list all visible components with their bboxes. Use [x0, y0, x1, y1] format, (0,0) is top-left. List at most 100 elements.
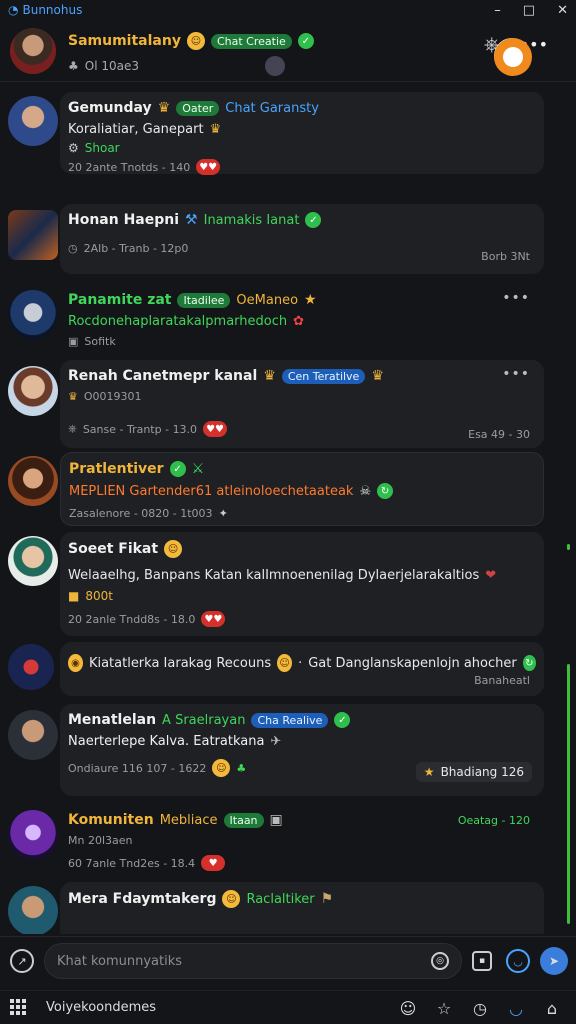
- send-icon: ➤: [548, 954, 560, 968]
- sender-name-text: Honan Haepni: [68, 212, 180, 228]
- skull-icon: ☠: [359, 483, 372, 499]
- sender-name: Panamite zat Itadilee OeManeo ★: [68, 292, 536, 308]
- reaction-heart-icon[interactable]: ♥: [201, 855, 226, 871]
- user-avatar[interactable]: [8, 810, 58, 860]
- header-name: Samumitalany: [68, 33, 181, 49]
- user-avatar[interactable]: [8, 210, 58, 260]
- message-meta: 20 2anle Tndd8s - 18.0 ♥♥: [68, 611, 536, 627]
- badge-icon: ■: [68, 589, 80, 603]
- bottom-bar-label[interactable]: Voiyekoondemes: [46, 1000, 156, 1015]
- sword-icon: ⚔: [191, 461, 205, 477]
- app-title: ◔ Bunnohus: [8, 3, 82, 17]
- message-bubble[interactable]: Renah Canetmepr kanal ♛ Cen Teratilve ♛ …: [60, 360, 544, 448]
- user-avatar[interactable]: [8, 710, 58, 760]
- voice-button[interactable]: ◡: [506, 949, 530, 973]
- sender-name: Soeet Fikat ☺: [68, 540, 536, 558]
- message-text-content: Rocdonehaplaratakalpmarhedoch: [68, 314, 288, 329]
- game-emoji-icon: ◉: [68, 654, 83, 672]
- gif-button[interactable]: ▪: [472, 951, 492, 971]
- send-button[interactable]: ➤: [540, 947, 568, 975]
- minimize-icon[interactable]: –: [494, 3, 501, 18]
- more-options-icon[interactable]: •••: [502, 366, 530, 382]
- star-icon[interactable]: ☆: [434, 998, 454, 1018]
- message-subtext-content: Mn 20l3aen: [68, 834, 133, 847]
- verified-icon: ✓: [305, 212, 322, 228]
- message-timestamp: Sanse - Trantp - 13.0: [82, 422, 198, 436]
- sender-extra: Inamakis Ianat: [203, 212, 300, 228]
- sparkle-icon: ✦: [218, 507, 228, 520]
- message-subtext-content: 800t: [85, 589, 113, 603]
- sender-name-text: Pratlentiver: [69, 461, 164, 477]
- scrollbar[interactable]: [567, 544, 570, 550]
- message-timestamp: Zasalenore - 0820 - 1t003: [69, 507, 213, 520]
- dot-separator: ·: [298, 655, 303, 671]
- message-bubble[interactable]: Panamite zat Itadilee OeManeo ★ Rocdoneh…: [60, 284, 544, 352]
- close-icon[interactable]: ✕: [557, 3, 568, 18]
- message-subtext-content: Shoar: [84, 141, 120, 155]
- role-tag-secondary: Chat Garansty: [225, 100, 319, 116]
- message-bubble[interactable]: Menatlelan A Sraelrayan Cha Realive ✓ Na…: [60, 704, 544, 796]
- achievement-chip-label: Bhadiang 126: [440, 765, 524, 779]
- reaction-heart-icon[interactable]: ♥♥: [203, 421, 228, 437]
- message-meta-right: Esa 49 - 30: [468, 428, 530, 441]
- reaction-heart-icon[interactable]: ♥♥: [196, 159, 221, 175]
- achievement-chip[interactable]: ★ Bhadiang 126: [415, 762, 532, 782]
- maximize-icon[interactable]: □: [523, 3, 535, 18]
- role-tag: Oater: [176, 100, 220, 116]
- header-title[interactable]: Samumitalany ☺ Chat Creatie ✓: [68, 32, 314, 50]
- message-bubble[interactable]: Komuniten Mebliace Itaan ▣ Mn 20l3aen 60…: [60, 804, 544, 878]
- user-avatar[interactable]: [8, 290, 58, 340]
- sender-name: Menatlelan A Sraelrayan Cha Realive ✓: [68, 712, 536, 728]
- message-meta: ◷ 2Alb - Tranb - 12p0: [68, 242, 536, 255]
- app-title-text: Bunnohus: [22, 3, 83, 17]
- clock-icon[interactable]: ◷: [470, 998, 490, 1018]
- emoji-picker-icon[interactable]: ◎: [431, 952, 449, 970]
- user-avatar[interactable]: [8, 644, 54, 690]
- potion-icon: ❤: [485, 568, 497, 583]
- message-meta-right: Banaheatl: [474, 674, 530, 687]
- reaction-heart-icon[interactable]: ♥♥: [201, 611, 226, 627]
- message-bubble[interactable]: ◉ Kiatatlerka Iarakag Recouns ☺ · Gat Da…: [60, 642, 544, 696]
- message-feed[interactable]: Gemunday ♛ Oater Chat Garansty Koraliati…: [0, 84, 576, 934]
- bottom-bar: Voiyekoondemes ☺ ☆ ◷ ◡ ⌂: [0, 990, 576, 1024]
- header-subtitle-text: Ol 10ae3: [84, 59, 139, 73]
- apps-grid-icon[interactable]: [10, 999, 26, 1015]
- message-bubble[interactable]: Pratlentiver ✓ ⚔ MEPLIEN Gartender61 atl…: [60, 452, 544, 526]
- more-options-icon[interactable]: •••: [502, 290, 530, 306]
- message-bubble[interactable]: Mera Fdaymtakerg ☺ Raclaltiker ⚑: [60, 882, 544, 934]
- header-tag: Chat Creatie: [210, 33, 292, 49]
- message-timestamp: 2Alb - Tranb - 12p0: [83, 242, 189, 255]
- sender-name-text: Renah Canetmepr kanal: [68, 368, 258, 384]
- scrollbar-thumb[interactable]: [567, 664, 570, 924]
- sender-name-text: Menatlelan: [68, 712, 157, 728]
- header-avatar[interactable]: [10, 28, 56, 74]
- sender-extra: OeManeo: [236, 292, 299, 308]
- user-avatar[interactable]: [8, 456, 58, 506]
- user-avatar[interactable]: [8, 536, 58, 586]
- clock-icon: ◷: [68, 242, 78, 255]
- message-input[interactable]: [57, 953, 427, 969]
- message-bubble[interactable]: Soeet Fikat ☺ Welaaelhg, Banpans Katan k…: [60, 532, 544, 636]
- message-timestamp: 20 2ante Tnotds - 140: [68, 160, 191, 174]
- user-avatar[interactable]: [8, 366, 58, 416]
- message-meta: ⎈ Sanse - Trantp - 13.0 ♥♥: [68, 421, 536, 437]
- app-logo-icon: ◔: [8, 3, 19, 17]
- message-text: Welaaelhg, Banpans Katan kalImnoenenilag…: [68, 568, 536, 583]
- smile-emoji-icon: ☺: [212, 759, 231, 777]
- user-avatar[interactable]: [8, 96, 58, 146]
- message-bubble[interactable]: Gemunday ♛ Oater Chat Garansty Koraliati…: [60, 92, 544, 175]
- message-bubble[interactable]: Honan Haepni ⚒ Inamakis Ianat ✓ ◷ 2Alb -…: [60, 204, 544, 274]
- headset-icon[interactable]: ◡: [506, 998, 526, 1018]
- sender-name-text: Mera Fdaymtakerg: [68, 891, 217, 907]
- bot-avatar[interactable]: [493, 38, 532, 76]
- smiley-icon[interactable]: ☺: [398, 998, 418, 1018]
- message-meta-right: Oeatag - 120: [457, 814, 530, 827]
- bookmark-icon: ⚑: [320, 891, 334, 907]
- message-timestamp: Ondiaure 116 107 - 1622: [68, 761, 207, 775]
- gift-icon[interactable]: ⌂: [542, 998, 562, 1018]
- crown-icon: ♛: [209, 122, 222, 137]
- globe-icon: [265, 56, 285, 76]
- attach-button[interactable]: ↗: [10, 949, 34, 973]
- user-avatar[interactable]: [8, 886, 58, 934]
- sender-name-text: Soeet Fikat: [68, 541, 159, 557]
